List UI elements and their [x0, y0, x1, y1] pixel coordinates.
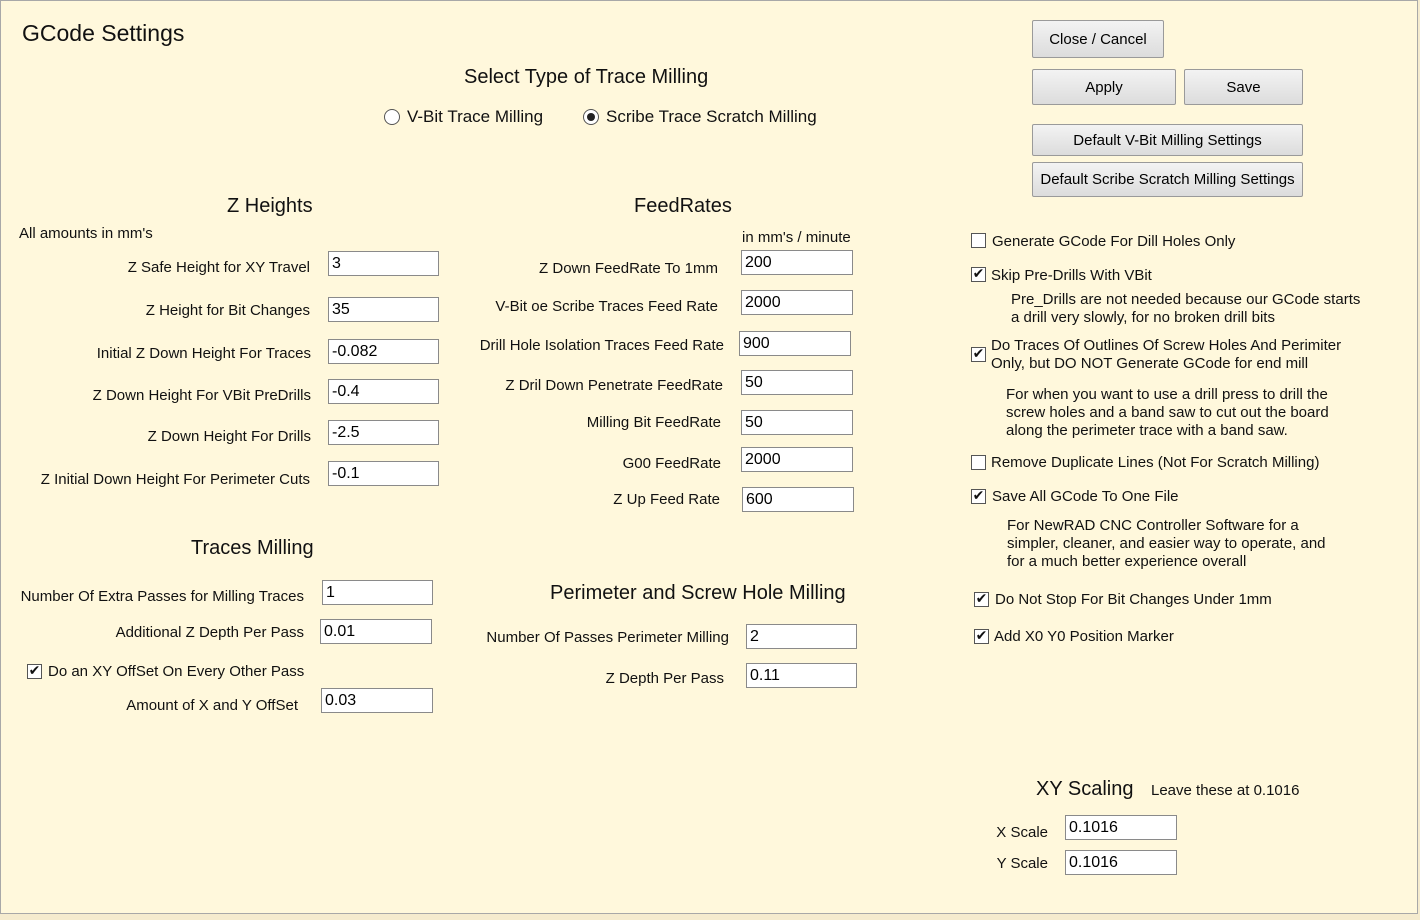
x-scale-input[interactable] — [1065, 815, 1177, 840]
z-drill-penetrate-feedrate-label: Z Dril Down Penetrate FeedRate — [505, 377, 723, 394]
perimeter-passes-label: Number Of Passes Perimeter Milling — [486, 629, 729, 646]
g00-feedrate-label: G00 FeedRate — [622, 455, 721, 472]
default-vbit-settings-button[interactable]: Default V-Bit Milling Settings — [1032, 124, 1303, 156]
z-down-vbit-predrills-input[interactable] — [328, 379, 439, 404]
extra-passes-label: Number Of Extra Passes for Milling Trace… — [20, 588, 304, 605]
y-scale-label: Y Scale — [996, 855, 1048, 872]
save-one-file-checkbox[interactable]: ✔ — [971, 489, 986, 504]
no-stop-bit-changes-checkbox[interactable]: ✔ — [974, 592, 989, 607]
xy-scaling-heading: XY Scaling — [1036, 778, 1134, 800]
remove-duplicates-checkbox[interactable] — [971, 455, 986, 470]
scribe-trace-radio[interactable] — [583, 109, 599, 125]
xy-offset-label[interactable]: Do an XY OffSet On Every Other Pass — [48, 663, 304, 680]
perimeter-passes-input[interactable] — [746, 624, 857, 649]
default-scribe-settings-button[interactable]: Default Scribe Scratch Milling Settings — [1032, 162, 1303, 197]
additional-z-depth-label: Additional Z Depth Per Pass — [115, 624, 304, 641]
milling-bit-feedrate-label: Milling Bit FeedRate — [586, 414, 721, 431]
window-title: GCode Settings — [22, 20, 185, 46]
g00-feedrate-input[interactable] — [741, 447, 853, 472]
drill-isolation-feedrate-label: Drill Hole Isolation Traces Feed Rate — [479, 337, 724, 354]
z-down-feedrate-input[interactable] — [741, 250, 853, 275]
additional-z-depth-input[interactable] — [320, 619, 432, 644]
z-down-drills-input[interactable] — [328, 420, 439, 445]
feedrates-heading: FeedRates — [634, 195, 732, 217]
scribe-trace-label[interactable]: Scribe Trace Scratch Milling — [606, 107, 817, 127]
save-one-file-label[interactable]: Save All GCode To One File — [992, 488, 1179, 505]
z-bit-change-height-label: Z Height for Bit Changes — [145, 302, 310, 319]
milling-type-heading: Select Type of Trace Milling — [464, 66, 709, 88]
apply-button[interactable]: Apply — [1032, 69, 1176, 105]
vbit-scribe-feedrate-label: V-Bit oe Scribe Traces Feed Rate — [495, 298, 718, 315]
initial-z-down-traces-label: Initial Z Down Height For Traces — [96, 345, 311, 362]
remove-duplicates-label[interactable]: Remove Duplicate Lines (Not For Scratch … — [991, 454, 1319, 471]
skip-predrills-label[interactable]: Skip Pre-Drills With VBit — [991, 267, 1152, 284]
x-scale-label: X Scale — [996, 824, 1048, 841]
outlines-only-label[interactable]: Do Traces Of Outlines Of Screw Holes And… — [991, 337, 1356, 373]
drill-holes-only-checkbox[interactable] — [971, 233, 986, 248]
xy-scaling-note: Leave these at 0.1016 — [1151, 782, 1300, 799]
milling-bit-feedrate-input[interactable] — [741, 410, 853, 435]
z-perimeter-height-input[interactable] — [328, 461, 439, 486]
no-stop-bit-changes-label[interactable]: Do Not Stop For Bit Changes Under 1mm — [995, 591, 1272, 608]
gcode-settings-window: GCode Settings Close / Cancel Apply Save… — [0, 0, 1418, 914]
z-safe-height-label: Z Safe Height for XY Travel — [127, 259, 310, 276]
radio-selected-dot — [587, 113, 595, 121]
vbit-trace-radio[interactable] — [384, 109, 400, 125]
y-scale-input[interactable] — [1065, 850, 1177, 875]
perimeter-heading: Perimeter and Screw Hole Milling — [550, 582, 846, 604]
z-down-drills-label: Z Down Height For Drills — [147, 428, 311, 445]
z-perimeter-height-label: Z Initial Down Height For Perimeter Cuts — [40, 471, 310, 488]
skip-predrills-checkbox[interactable]: ✔ — [971, 267, 986, 282]
position-marker-checkbox[interactable]: ✔ — [974, 629, 989, 644]
save-one-file-note: For NewRAD CNC Controller Software for a… — [1007, 517, 1326, 570]
xy-offset-amount-input[interactable] — [321, 688, 433, 713]
perimeter-z-depth-label: Z Depth Per Pass — [605, 670, 724, 687]
z-down-feedrate-label: Z Down FeedRate To 1mm — [539, 260, 718, 277]
drill-isolation-feedrate-input[interactable] — [739, 331, 851, 356]
drill-holes-only-label[interactable]: Generate GCode For Dill Holes Only — [992, 233, 1235, 250]
outlines-only-note: For when you want to use a drill press t… — [1006, 386, 1329, 439]
extra-passes-input[interactable] — [322, 580, 433, 605]
z-up-feedrate-input[interactable] — [742, 487, 854, 512]
z-up-feedrate-label: Z Up Feed Rate — [613, 491, 720, 508]
vbit-trace-label[interactable]: V-Bit Trace Milling — [407, 107, 543, 127]
z-heights-units-note: All amounts in mm's — [19, 225, 153, 242]
xy-offset-checkbox[interactable]: ✔ — [27, 664, 42, 679]
z-down-vbit-predrills-label: Z Down Height For VBit PreDrills — [92, 387, 311, 404]
z-safe-height-input[interactable] — [328, 251, 439, 276]
position-marker-label[interactable]: Add X0 Y0 Position Marker — [994, 628, 1174, 645]
xy-offset-amount-label: Amount of X and Y OffSet — [126, 697, 298, 714]
initial-z-down-traces-input[interactable] — [328, 339, 439, 364]
close-cancel-button[interactable]: Close / Cancel — [1032, 20, 1164, 58]
z-heights-heading: Z Heights — [227, 195, 313, 217]
feedrates-units-note: in mm's / minute — [742, 229, 851, 246]
z-bit-change-height-input[interactable] — [328, 297, 439, 322]
perimeter-z-depth-input[interactable] — [746, 663, 857, 688]
save-button[interactable]: Save — [1184, 69, 1303, 105]
z-drill-penetrate-feedrate-input[interactable] — [741, 370, 853, 395]
skip-predrills-note: Pre_Drills are not needed because our GC… — [1011, 291, 1361, 326]
vbit-scribe-feedrate-input[interactable] — [741, 290, 853, 315]
outlines-only-checkbox[interactable]: ✔ — [971, 347, 986, 362]
traces-milling-heading: Traces Milling — [191, 537, 314, 559]
